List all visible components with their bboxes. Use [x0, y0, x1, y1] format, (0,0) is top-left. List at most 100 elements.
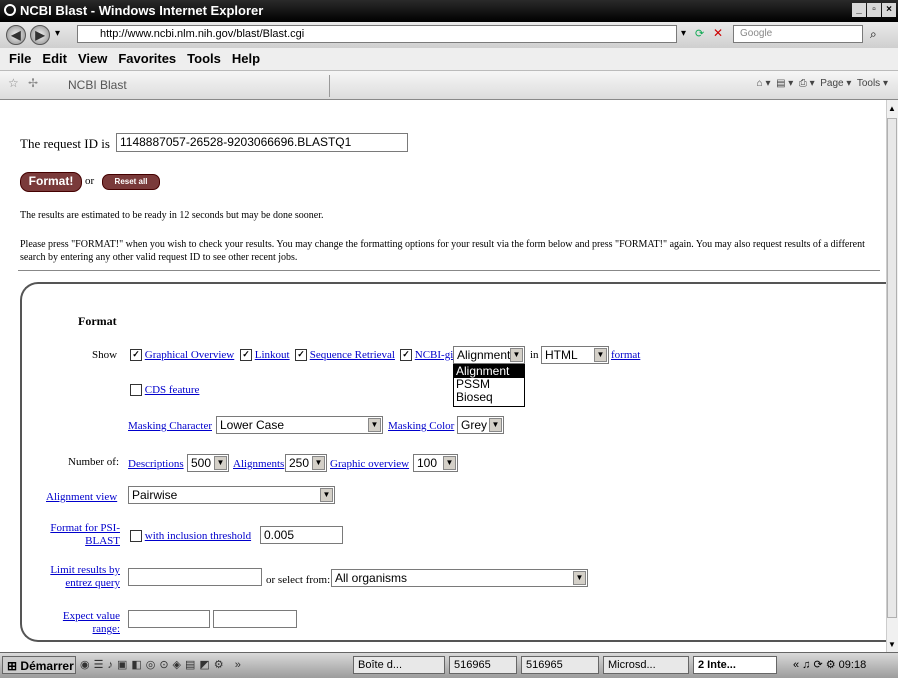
organism-select[interactable]: All organisms ▼ [331, 569, 588, 587]
tray-icons[interactable]: « ♫ ⟳ ⚙ [793, 659, 839, 671]
add-favorites-icon[interactable]: ✢ [28, 76, 38, 90]
instructions-text: Please press "FORMAT!" when you wish to … [20, 239, 865, 263]
descriptions-select[interactable]: 500 ▼ [187, 454, 229, 472]
home-icon[interactable]: ⌂ ▾ [757, 78, 771, 89]
menu-help[interactable]: Help [232, 51, 260, 66]
tab-ncbi-blast[interactable]: NCBI Blast [50, 75, 330, 97]
address-toolbar: ◀ ▶ ▾ http://www.ncbi.nlm.nih.gov/blast/… [0, 22, 898, 49]
cds-feature-checkbox[interactable] [130, 384, 142, 397]
masking-character-select[interactable]: Lower Case ▼ [216, 416, 383, 434]
expect-max-input[interactable] [213, 610, 297, 628]
chevron-down-icon: ▼ [214, 456, 227, 470]
task-516965-a[interactable]: 516965 [449, 656, 517, 674]
psi-blast-label[interactable]: Format for PSI- BLAST [40, 522, 120, 548]
tools-menu[interactable]: Tools ▾ [857, 78, 888, 89]
scrollbar-thumb[interactable] [887, 118, 897, 618]
dropdown-option-bioseq[interactable]: Bioseq [454, 391, 524, 404]
print-icon[interactable]: ⎙ ▾ [799, 78, 815, 89]
window-title: NCBI Blast - Windows Internet Explorer [20, 3, 264, 18]
alignment-type-dropdown-list: Alignment PSSM Bioseq [453, 364, 525, 407]
sequence-retrieval-checkbox[interactable]: ✓ [295, 349, 307, 362]
quick-launch-icons[interactable]: ◉☰♪▣◧◎⊙◈▤◩⚙ » [80, 658, 245, 671]
minimize-button[interactable]: _ [852, 3, 866, 17]
select-from-text: or select from: [266, 574, 331, 586]
feeds-icon[interactable]: ▤ ▾ [776, 78, 793, 89]
ncbi-gi-checkbox[interactable]: ✓ [400, 349, 412, 362]
alignments-select[interactable]: 250 ▼ [285, 454, 327, 472]
output-format-select[interactable]: HTML ▼ [541, 346, 609, 364]
address-input[interactable]: http://www.ncbi.nlm.nih.gov/blast/Blast.… [77, 25, 677, 43]
in-text: in [530, 349, 539, 361]
format-link[interactable]: format [611, 349, 640, 361]
linkout-option[interactable]: ✓ Linkout [240, 349, 290, 362]
ncbi-gi-option[interactable]: ✓ NCBI-gi [400, 349, 453, 362]
inclusion-threshold-input[interactable]: 0.005 [260, 526, 343, 544]
tab-bar: ☆ ✢ NCBI Blast ⌂ ▾ ▤ ▾ ⎙ ▾ Page ▾ Tools … [0, 71, 898, 100]
page-menu[interactable]: Page ▾ [820, 78, 851, 89]
graphic-overview-select[interactable]: 100 ▼ [413, 454, 458, 472]
alignments-label[interactable]: Alignments [233, 458, 284, 470]
clock: 09:18 [838, 659, 867, 671]
history-dropdown-icon[interactable]: ▾ [55, 28, 60, 39]
alignment-type-select[interactable]: Alignment ▼ [453, 346, 525, 364]
back-button[interactable]: ◀ [6, 25, 26, 45]
address-dropdown-icon[interactable]: ▾ [681, 28, 686, 39]
chevron-down-icon: ▼ [320, 488, 333, 502]
masking-color-select[interactable]: Grey ▼ [457, 416, 504, 434]
alignment-view-label[interactable]: Alignment view [46, 491, 117, 503]
task-microsoft[interactable]: Microsd... [603, 656, 689, 674]
command-bar: ⌂ ▾ ▤ ▾ ⎙ ▾ Page ▾ Tools ▾ [757, 78, 888, 89]
chevron-down-icon: ▼ [368, 418, 381, 432]
menu-file[interactable]: File [9, 51, 31, 66]
menu-favorites[interactable]: Favorites [118, 51, 176, 66]
task-516965-b[interactable]: 516965 [521, 656, 599, 674]
close-button[interactable]: × [882, 3, 896, 17]
sequence-retrieval-option[interactable]: ✓ Sequence Retrieval [295, 349, 395, 362]
reset-all-button[interactable]: Reset all [102, 174, 160, 190]
menu-bar: File Edit View Favorites Tools Help [0, 48, 898, 71]
expect-min-input[interactable] [128, 610, 210, 628]
search-input[interactable]: Google [733, 25, 863, 43]
number-of-label: Number of: [68, 456, 120, 468]
menu-edit[interactable]: Edit [42, 51, 67, 66]
entrez-query-input[interactable] [128, 568, 262, 586]
chevron-down-icon: ▼ [573, 571, 586, 585]
ie-logo-icon [4, 4, 16, 16]
format-button[interactable]: Format! [20, 172, 82, 192]
scroll-up-icon[interactable]: ▲ [888, 104, 896, 113]
menu-tools[interactable]: Tools [187, 51, 221, 66]
alignment-view-select[interactable]: Pairwise ▼ [128, 486, 335, 504]
graphic-overview-label[interactable]: Graphic overview [330, 458, 409, 470]
format-heading: Format [78, 314, 117, 328]
graphical-overview-checkbox[interactable]: ✓ [130, 349, 142, 362]
expect-value-label[interactable]: Expect value range: [30, 610, 120, 636]
cds-feature-option[interactable]: CDS feature [130, 384, 199, 397]
task-mail[interactable]: Boîte d... [353, 656, 445, 674]
task-internet-explorer[interactable]: 2 Inte... [693, 656, 777, 674]
limit-results-label[interactable]: Limit results by entrez query [30, 564, 120, 590]
inclusion-threshold-option[interactable]: with inclusion threshold [130, 530, 251, 543]
graphical-overview-option[interactable]: ✓ Graphical Overview [130, 349, 234, 362]
window-title-bar[interactable]: NCBI Blast - Windows Internet Explorer _… [0, 0, 898, 22]
divider [18, 270, 880, 271]
inclusion-threshold-checkbox[interactable] [130, 530, 142, 543]
search-icon[interactable]: ⌕ [870, 27, 877, 42]
stop-icon[interactable]: ✕ [713, 26, 723, 41]
masking-color-label[interactable]: Masking Color [388, 420, 454, 432]
maximize-button[interactable]: ▫ [867, 3, 881, 17]
linkout-checkbox[interactable]: ✓ [240, 349, 252, 362]
scroll-down-icon[interactable]: ▼ [888, 640, 896, 649]
descriptions-label[interactable]: Descriptions [128, 458, 184, 470]
refresh-icon[interactable]: ⟳ [695, 27, 704, 40]
menu-view[interactable]: View [78, 51, 107, 66]
favorites-star-icon[interactable]: ☆ [8, 76, 19, 90]
forward-button[interactable]: ▶ [30, 25, 50, 45]
masking-character-label[interactable]: Masking Character [128, 420, 212, 432]
taskbar: ⊞ Démarrer ◉☰♪▣◧◎⊙◈▤◩⚙ » Boîte d... 5169… [0, 652, 898, 678]
chevron-down-icon: ▼ [312, 456, 325, 470]
request-id-input[interactable]: 1148887057-26528-9203066696.BLASTQ1 [116, 133, 408, 152]
estimate-text: The results are estimated to be ready in… [20, 210, 324, 221]
start-button[interactable]: ⊞ Démarrer [2, 656, 76, 674]
chevron-down-icon: ▼ [489, 418, 502, 432]
request-id-label: The request ID is [20, 136, 110, 151]
